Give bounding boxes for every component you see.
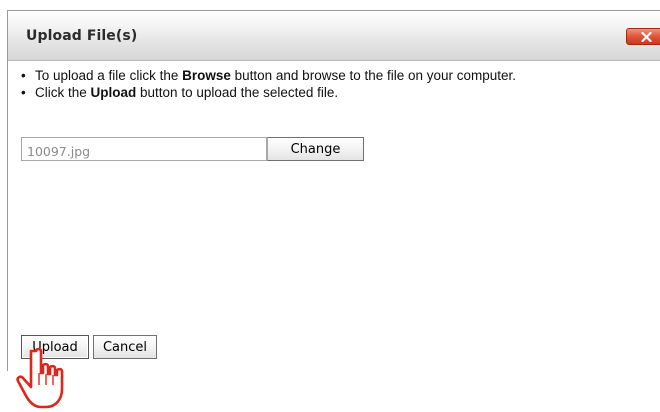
instructions-list: • To upload a file click the Browse butto… — [21, 67, 516, 101]
instruction-text: Click the — [35, 85, 91, 100]
cancel-button[interactable]: Cancel — [93, 335, 157, 359]
close-x-icon — [641, 32, 652, 42]
close-button[interactable] — [626, 28, 660, 45]
bullet: • — [21, 85, 26, 100]
instruction-text: button to upload the selected file. — [136, 85, 339, 100]
dialog-titlebar: Upload File(s) — [8, 11, 660, 61]
instruction-keyword: Browse — [182, 68, 231, 83]
instruction-text: button and browse to the file on your co… — [230, 68, 517, 83]
bullet: • — [21, 68, 26, 83]
upload-dialog: Upload File(s) • To upload a file click t… — [7, 10, 660, 371]
file-selector: Change — [21, 137, 364, 161]
instruction-keyword: Upload — [90, 85, 137, 100]
hand-pointer-icon — [16, 347, 64, 409]
change-button[interactable]: Change — [267, 137, 364, 161]
instruction-item: • Click the Upload button to upload the s… — [21, 84, 516, 101]
instruction-item: • To upload a file click the Browse butto… — [21, 67, 516, 84]
instruction-text: To upload a file click the — [35, 68, 183, 83]
dialog-title: Upload File(s) — [26, 28, 138, 44]
file-name-field[interactable] — [21, 137, 267, 161]
page: Upload File(s) • To upload a file click t… — [0, 0, 660, 412]
